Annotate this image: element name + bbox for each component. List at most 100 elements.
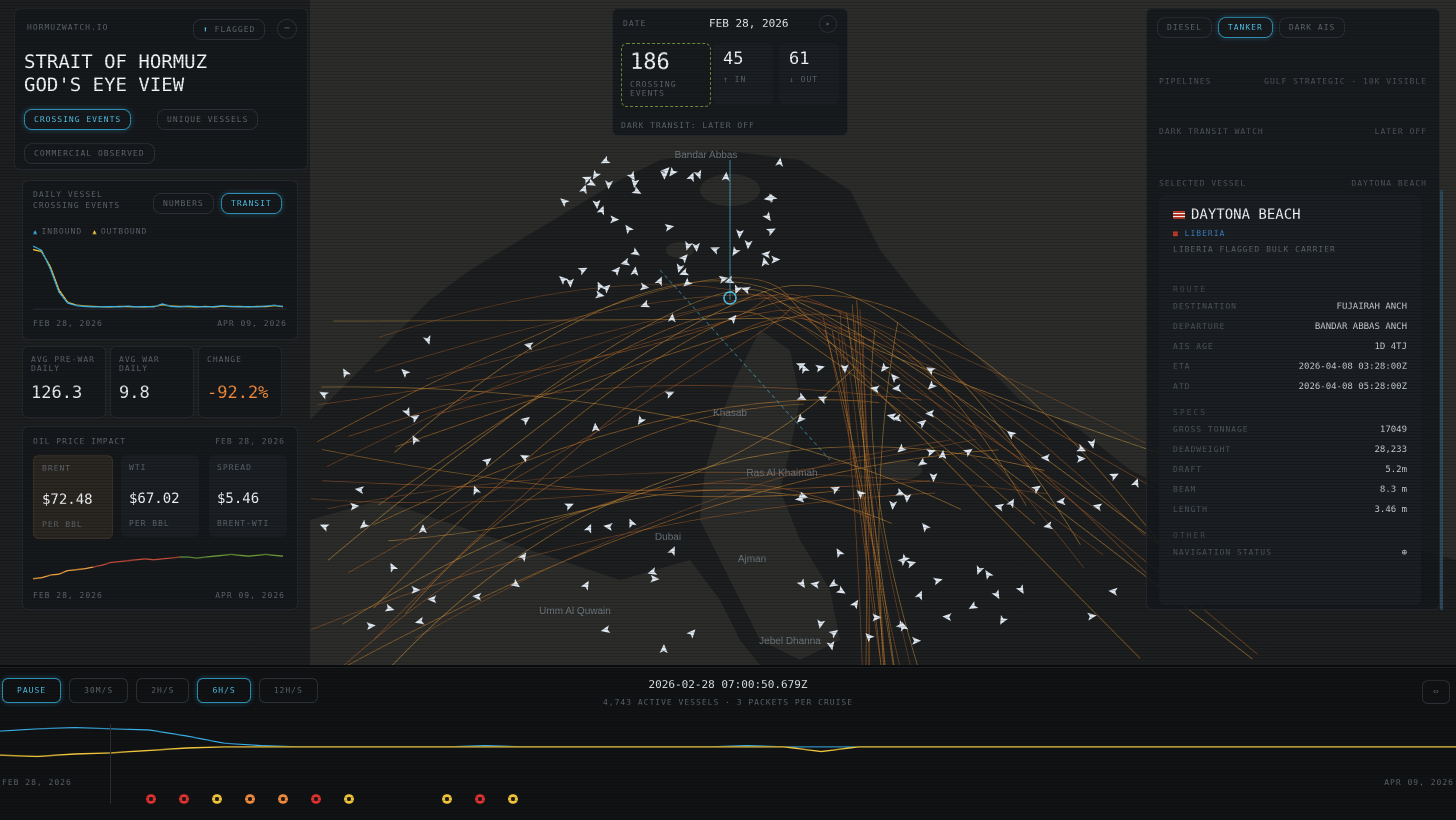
chart-series-line xyxy=(0,746,1456,758)
timeline-event-marker[interactable] xyxy=(179,794,189,804)
right-panel: DIESEL TANKER DARK AIS PIPELINES GULF STRAT… xyxy=(1146,8,1440,610)
crossing-events-card[interactable]: 186 CROSSING EVENTS xyxy=(621,43,711,107)
place-label: Ras Al Khaimah xyxy=(746,468,817,479)
oil-chart-segment xyxy=(274,554,284,557)
vessel-fields: ROUTE DESTINATION FUJAIRAH ANCH DEPARTURE BA… xyxy=(1173,269,1407,568)
title-line-1: STRAIT OF HORMUZ xyxy=(24,51,208,73)
right-tab-1[interactable]: TANKER xyxy=(1217,17,1273,38)
stat-label: CHANGE xyxy=(207,355,242,364)
oil-card-1[interactable]: WTI $67.02 PER BBL xyxy=(121,455,199,537)
legend-inbound-icon: ▲ xyxy=(33,228,38,236)
chart-series-line xyxy=(33,248,284,308)
place-label: Bandar Abbas xyxy=(675,150,738,161)
timeline-event-marker[interactable] xyxy=(245,794,255,804)
timeline-timestamp: 2026-02-28 07:00:50.679Z xyxy=(648,678,808,691)
vessel-field: DEADWEIGHT 28,233 xyxy=(1173,445,1407,455)
right-tabs: DIESEL TANKER DARK AIS xyxy=(1157,15,1351,38)
outbound-card[interactable]: 61 ↓ OUT xyxy=(779,43,839,105)
timeline-events xyxy=(0,794,1456,808)
crossing-counter-panel: DATE FEB 28, 2026 ▸ 186 CROSSING EVENTS … xyxy=(612,8,848,136)
inbound-label-text: IN xyxy=(734,75,747,84)
oil-price-panel: OIL PRICE IMPACT FEB 28, 2026 BRENT $72.… xyxy=(22,426,298,610)
daily-chart-end-date: APR 09, 2026 xyxy=(217,319,287,328)
filter-crossing-events[interactable]: CROSSING EVENTS xyxy=(24,109,132,130)
timeline-event-marker[interactable] xyxy=(212,794,222,804)
vessel-flag-text: LIBERIA xyxy=(1184,229,1226,238)
outbound-count: 61 xyxy=(789,49,810,69)
vessel-field-label: DEADWEIGHT xyxy=(1173,445,1232,454)
vessel-field: DESTINATION FUJAIRAH ANCH xyxy=(1173,302,1407,312)
vessel-title: DAYTONA BEACH xyxy=(1173,207,1301,223)
oil-chart-segment xyxy=(119,560,128,563)
oil-card-0[interactable]: BRENT $72.48 PER BBL xyxy=(33,455,113,539)
pipelines-value: GULF STRATEGIC · 10K VISIBLE xyxy=(1264,77,1427,86)
filter-commercial-observed[interactable]: COMMERCIAL OBSERVED xyxy=(24,143,155,164)
oil-card-label: BRENT xyxy=(42,464,72,473)
timeline-event-marker[interactable] xyxy=(146,794,156,804)
vessel-field-value: 1D 4TJ xyxy=(1374,342,1407,352)
oil-chart-segment xyxy=(33,577,42,580)
vessel-section-title: SPECS xyxy=(1173,408,1208,417)
collapse-icon[interactable]: − xyxy=(277,19,297,39)
oil-card-sub: PER BBL xyxy=(129,519,170,528)
toggle-numbers[interactable]: NUMBERS xyxy=(153,193,214,214)
daily-chart-label: DAILY VESSEL CROSSING EVENTS xyxy=(33,190,121,210)
page-title: STRAIT OF HORMUZ GOD'S EYE VIEW xyxy=(24,51,207,97)
daily-crossings-chart[interactable] xyxy=(33,241,287,311)
timeline-event-marker[interactable] xyxy=(311,794,321,804)
crossing-count: 186 xyxy=(630,50,670,75)
timeline-event-marker[interactable] xyxy=(278,794,288,804)
oil-chart-segment xyxy=(213,554,223,557)
oil-chart-segment xyxy=(188,556,197,559)
toggle-transit[interactable]: TRANSIT xyxy=(221,193,282,214)
timeline-end-date: APR 09, 2026 xyxy=(1384,778,1454,787)
timeline-bar: PAUSE 30M/S 2H/S 6H/S 12H/S 2026-02-28 07:00… xyxy=(0,667,1456,820)
right-tab-2[interactable]: DARK AIS xyxy=(1278,17,1346,38)
legend-outbound: OUTBOUND xyxy=(100,227,148,236)
vessel-field-label: ETA xyxy=(1173,362,1191,371)
vessel-field-value: 2026-04-08 03:28:00Z xyxy=(1298,362,1407,372)
vessel-section-title: ROUTE xyxy=(1173,285,1208,294)
timeline-chart[interactable] xyxy=(0,724,1456,774)
timeline-event-marker[interactable] xyxy=(344,794,354,804)
vessel-field: LENGTH 3.46 m xyxy=(1173,505,1407,515)
oil-chart-segment xyxy=(101,561,111,566)
vessel-field: GROSS TONNAGE 17049 xyxy=(1173,425,1407,435)
oil-chart-segment xyxy=(136,558,146,561)
vessel-field-value: 2026-04-08 05:28:00Z xyxy=(1298,382,1407,392)
flagged-button[interactable]: ⬆ FLAGGED xyxy=(193,19,266,40)
oil-chart-segment xyxy=(50,573,59,576)
oil-chart-segment xyxy=(265,553,275,556)
vessel-field: DRAFT 5.2m xyxy=(1173,465,1407,475)
chart-series-line xyxy=(0,726,1456,748)
right-tab-0[interactable]: DIESEL xyxy=(1157,17,1212,38)
oil-card-sub: BRENT-WTI xyxy=(217,519,270,528)
oil-price-chart[interactable] xyxy=(33,549,287,587)
oil-chart-segment xyxy=(84,566,94,570)
oil-chart-segment xyxy=(58,570,68,575)
oil-card-2[interactable]: SPREAD $5.46 BRENT-WTI xyxy=(209,455,287,537)
oil-card-value: $5.46 xyxy=(217,491,260,507)
oil-chart-segment xyxy=(41,574,51,579)
inbound-card[interactable]: 45 ↑ IN xyxy=(713,43,773,105)
counter-date: FEB 28, 2026 xyxy=(709,17,789,30)
oil-chart-segment xyxy=(239,554,249,557)
place-label: Khasab xyxy=(713,408,747,419)
oil-chart-segment xyxy=(205,555,215,558)
timeline-event-marker[interactable] xyxy=(475,794,485,804)
brand-label: HORMUZWATCH.IO xyxy=(27,23,109,32)
right-panel-scrollbar[interactable] xyxy=(1440,190,1443,610)
timeline-event-marker[interactable] xyxy=(508,794,518,804)
legend-outbound-icon: ▲ xyxy=(92,228,97,236)
timeline-playhead[interactable] xyxy=(110,724,111,804)
timeline-event-marker[interactable] xyxy=(442,794,452,804)
vessel-field-label: DRAFT xyxy=(1173,465,1203,474)
layer-row-dark-transit[interactable]: DARK TRANSIT WATCH LATER OFF xyxy=(1159,127,1427,146)
title-line-2: GOD'S EYE VIEW xyxy=(24,74,185,96)
next-date-icon[interactable]: ▸ xyxy=(819,15,837,33)
filter-unique-vessels[interactable]: UNIQUE VESSELS xyxy=(157,109,259,130)
outbound-label: ↓ OUT xyxy=(789,75,819,84)
layer-row-pipelines[interactable]: PIPELINES GULF STRATEGIC · 10K VISIBLE xyxy=(1159,77,1427,96)
oil-chart-segment xyxy=(170,556,180,559)
expand-icon[interactable]: ⇔ xyxy=(1422,680,1450,704)
